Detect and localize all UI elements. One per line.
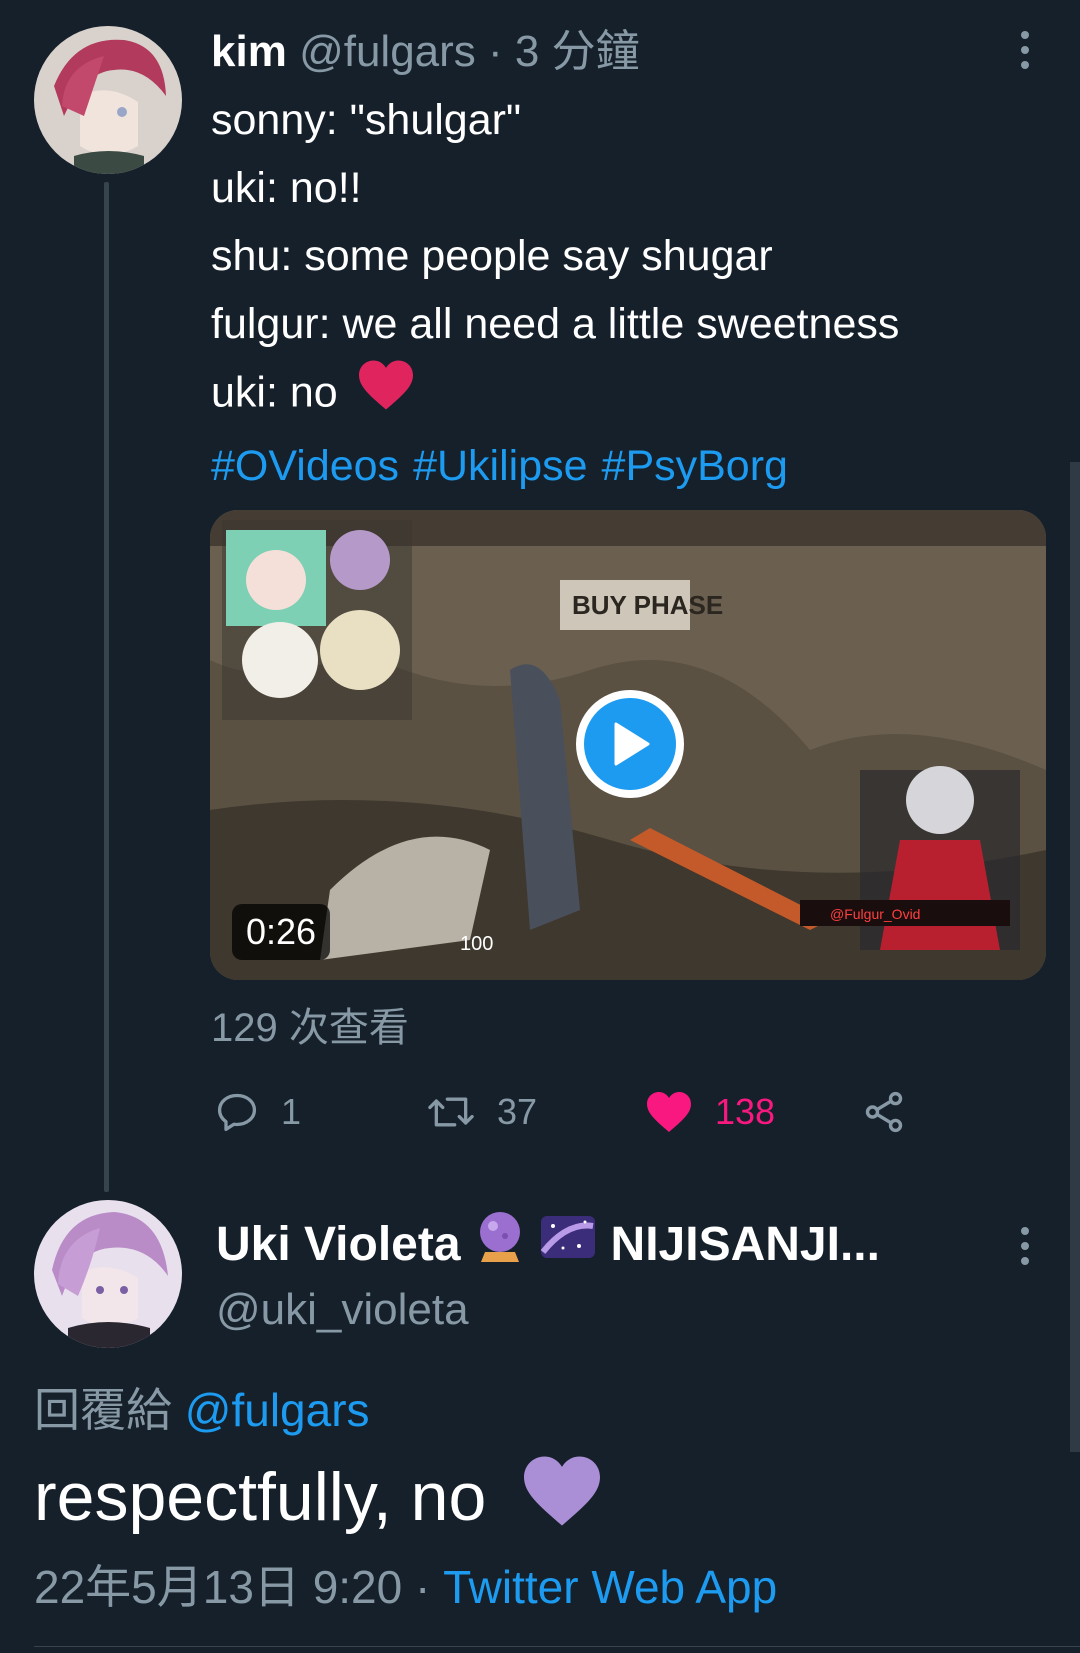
reply-count: 1	[281, 1091, 302, 1132]
author-handle[interactable]: @fulgars	[299, 27, 476, 76]
play-button[interactable]	[576, 690, 684, 798]
author-handle[interactable]: @uki_violeta	[216, 1280, 469, 1340]
author-name-suffix[interactable]: NIJISANJI...	[611, 1214, 880, 1276]
share-icon	[865, 1091, 903, 1133]
milky-way-icon	[539, 1212, 597, 1278]
tweet-time[interactable]: 3 分鐘	[515, 27, 640, 76]
tweet-line: fulgur: we all need a little sweetness	[211, 300, 900, 348]
hashtag-link[interactable]: #PsyBorg	[602, 442, 788, 490]
hashtag-link[interactable]: #Ukilipse	[413, 442, 587, 490]
retweet-icon	[428, 1097, 474, 1127]
video-duration-badge: 0:26	[232, 904, 331, 960]
hud-ammo-text: 100	[460, 933, 493, 955]
tweet-line-with-heart: uki: no	[211, 358, 899, 432]
hashtag-link[interactable]: #OVideos	[211, 442, 399, 490]
retweet-button[interactable]: 37	[427, 1082, 537, 1142]
divider	[34, 1646, 1080, 1647]
author-name-row: Uki Violeta NIJISANJI...	[216, 1210, 880, 1280]
hashtag-row: #OVideos #Ukilipse #PsyBorg	[211, 432, 899, 500]
like-count: 138	[715, 1091, 776, 1132]
tweet-line: shu: some people say shugar	[211, 232, 773, 280]
video-player[interactable]: BUY PHASE @Fulgur_Ovid 100 0:26	[210, 510, 1046, 980]
crystal-ball-icon	[475, 1210, 525, 1280]
tweet-actions: 1 37 138	[211, 1082, 911, 1142]
scrollbar[interactable]	[1070, 462, 1080, 1452]
tweet-header: kim @fulgars · 3 分鐘	[211, 22, 640, 82]
retweet-count: 37	[497, 1091, 538, 1132]
tweet-client-link[interactable]: Twitter Web App	[443, 1561, 777, 1613]
replying-prefix: 回覆給	[34, 1384, 172, 1436]
author-name[interactable]: Uki Violeta	[216, 1214, 461, 1276]
tweet-line: sonny: "shulgar"	[211, 96, 522, 144]
reply-button[interactable]: 1	[215, 1082, 301, 1142]
header-separator: ·	[488, 27, 503, 76]
more-options-icon[interactable]	[1005, 30, 1045, 70]
like-button[interactable]: 138	[645, 1082, 775, 1142]
tweet-line: uki: no	[211, 368, 338, 417]
play-icon[interactable]	[584, 698, 676, 790]
purple-heart-icon	[519, 1453, 605, 1551]
replying-to-line: 回覆給 @fulgars	[34, 1378, 370, 1442]
streamer-tag-text: @Fulgur_Ovid	[830, 906, 920, 922]
tweet-date[interactable]: 22年5月13日 9:20	[34, 1561, 402, 1613]
author-name[interactable]: kim	[211, 27, 287, 76]
heart-filled-icon	[647, 1092, 691, 1132]
tweet-line: uki: no!!	[211, 164, 362, 212]
replying-to-mention[interactable]: @fulgars	[185, 1384, 370, 1436]
share-button[interactable]	[861, 1082, 907, 1142]
view-count: 129 次查看	[211, 1006, 409, 1050]
more-options-icon[interactable]	[1005, 1226, 1045, 1266]
meta-separator: ·	[415, 1561, 431, 1613]
author-avatar-kim[interactable]	[34, 26, 182, 174]
reply-icon	[217, 1093, 257, 1132]
tweet-body: sonny: "shulgar" uki: no!! shu: some peo…	[211, 86, 899, 500]
tweet-meta: 22年5月13日 9:20 · Twitter Web App	[34, 1556, 777, 1618]
tweet-main-text: respectfully, no	[34, 1452, 605, 1551]
buy-phase-text: BUY PHASE	[572, 590, 723, 620]
author-avatar-uki[interactable]	[34, 1200, 182, 1348]
thread-connector-line	[104, 182, 109, 1192]
red-heart-icon	[356, 358, 416, 432]
tweet-text: respectfully, no	[34, 1459, 487, 1535]
